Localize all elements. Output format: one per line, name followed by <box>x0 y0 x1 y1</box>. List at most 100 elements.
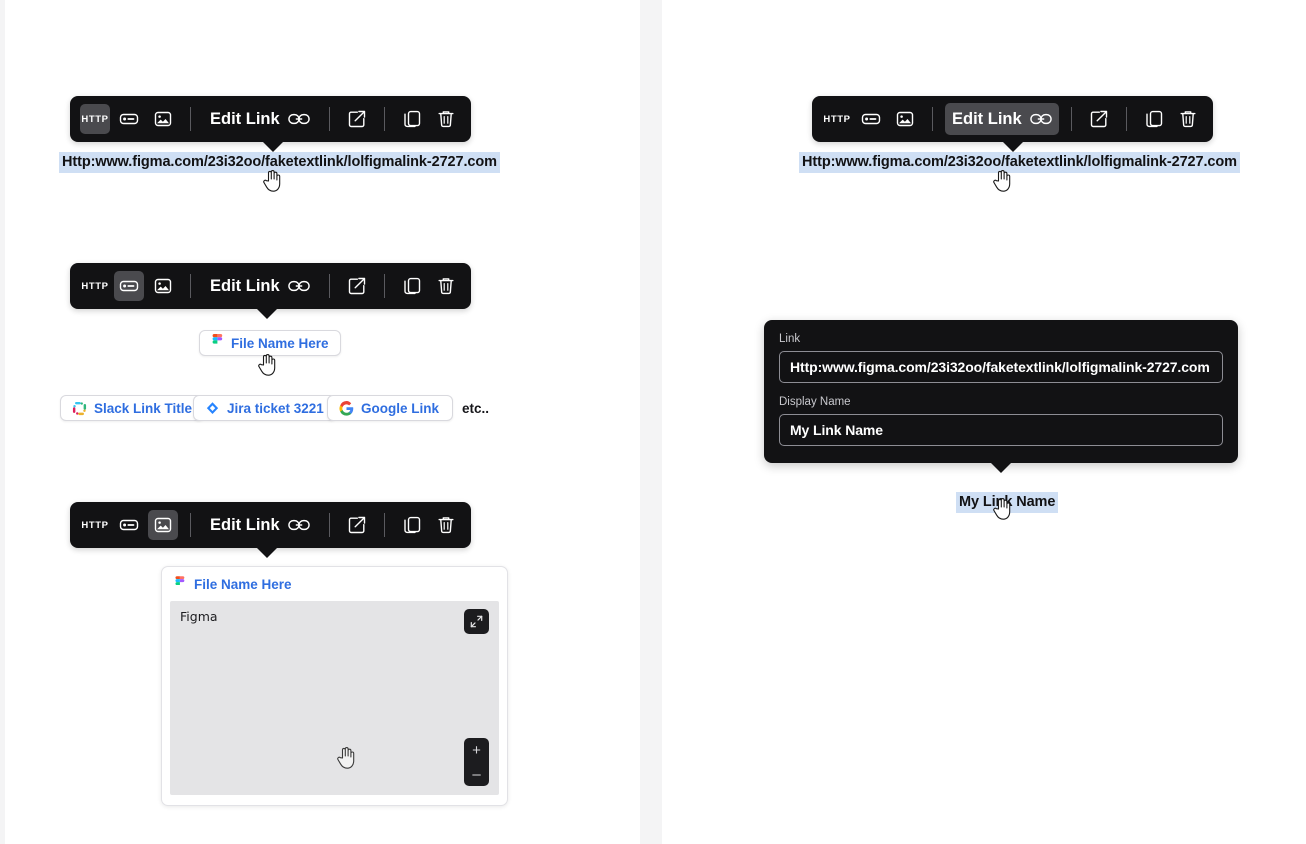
chip-icon <box>861 113 881 125</box>
open-external-icon-button[interactable] <box>342 271 372 301</box>
open-external-icon-button[interactable] <box>342 104 372 134</box>
copy-icon-button[interactable] <box>397 104 427 134</box>
chip-icon-button[interactable] <box>114 271 144 301</box>
copy-icon <box>403 110 420 128</box>
toolbar-divider <box>1125 107 1127 131</box>
chip-slack-label: Slack Link Title <box>94 400 193 416</box>
toolbar-pointer-arrow <box>262 141 284 152</box>
chip-icon-button[interactable] <box>114 510 144 540</box>
trash-icon <box>438 111 454 128</box>
edit-link-button[interactable]: Edit Link <box>203 103 317 135</box>
selected-url-text-2[interactable]: Http:www.figma.com/23i32oo/faketextlink/… <box>799 152 1240 174</box>
open-external-icon <box>1090 110 1107 128</box>
http-icon-button[interactable]: HTTP <box>80 104 110 134</box>
figma-file-chip-label: File Name Here <box>231 335 329 351</box>
chip-icon <box>119 519 139 531</box>
toolbar-divider <box>190 513 191 537</box>
toolbar-editlink-selected[interactable]: HTTP Edit Link <box>812 96 1213 152</box>
trash-icon-button[interactable] <box>431 104 461 134</box>
chip-jira[interactable]: Jira ticket 3221 <box>193 395 336 421</box>
toolbar-divider <box>383 513 385 537</box>
image-icon-button[interactable] <box>890 104 920 134</box>
image-icon-button[interactable] <box>148 271 178 301</box>
link-chain-icon <box>287 280 310 292</box>
edit-link-label: Edit Link <box>952 109 1022 128</box>
edit-link-label: Edit Link <box>210 515 280 534</box>
preview-canvas-label: Figma <box>180 609 218 624</box>
link-field-group: Link <box>779 333 1223 383</box>
toolbar-image-selected[interactable]: HTTP Edit Link <box>70 502 471 558</box>
open-external-icon <box>348 516 365 534</box>
http-icon-button[interactable]: HTTP <box>822 104 852 134</box>
figma-file-chip[interactable]: File Name Here <box>199 330 341 356</box>
selected-url-text-1[interactable]: Http:www.figma.com/23i32oo/faketextlink/… <box>59 152 500 174</box>
image-icon-button[interactable] <box>148 104 178 134</box>
toolbar-http-selected[interactable]: HTTP Edit Link <box>70 96 471 152</box>
edit-link-button[interactable]: Edit Link <box>945 103 1059 135</box>
toolbar-divider <box>328 107 330 131</box>
http-icon: HTTP <box>81 280 109 292</box>
copy-icon <box>403 277 420 295</box>
http-icon-button[interactable]: HTTP <box>80 271 110 301</box>
toolbar-chip-selected[interactable]: HTTP Edit Link <box>70 263 471 319</box>
chip-icon-button[interactable] <box>114 104 144 134</box>
edit-link-dialog[interactable]: Link Display Name <box>764 320 1238 473</box>
grab-hand-cursor <box>335 745 357 769</box>
figma-preview-card[interactable]: File Name Here Figma + – <box>161 566 508 806</box>
toolbar-pointer-arrow <box>256 547 278 558</box>
expand-fullscreen-button[interactable] <box>464 609 489 634</box>
chip-icon-button[interactable] <box>856 104 886 134</box>
app-root: HTTP Edit Link Http:www.figma.com/23i32o… <box>0 0 1306 844</box>
open-external-icon-button[interactable] <box>1084 104 1114 134</box>
preview-card-header: File Name Here <box>162 567 507 601</box>
link-chain-icon <box>1029 113 1052 125</box>
display-name-input[interactable] <box>779 414 1223 446</box>
zoom-out-button[interactable]: – <box>464 762 489 786</box>
copy-icon <box>1145 110 1162 128</box>
trash-icon <box>438 517 454 534</box>
chip-icon <box>119 113 139 125</box>
toolbar-divider <box>328 274 330 298</box>
toolbar-divider <box>383 274 385 298</box>
trash-icon-button[interactable] <box>431 510 461 540</box>
toolbar-pointer-arrow <box>256 308 278 319</box>
preview-canvas[interactable]: Figma + – <box>170 601 499 795</box>
google-logo-icon <box>339 400 354 416</box>
open-external-icon <box>348 277 365 295</box>
figma-logo-icon <box>175 575 185 585</box>
http-icon: HTTP <box>81 113 109 125</box>
figma-logo-icon <box>212 334 223 344</box>
toolbar-divider <box>190 107 191 131</box>
image-icon-button[interactable] <box>148 510 178 540</box>
link-field-label: Link <box>779 333 801 345</box>
image-icon <box>154 517 172 533</box>
open-external-icon <box>348 110 365 128</box>
open-external-icon-button[interactable] <box>342 510 372 540</box>
http-icon-button[interactable]: HTTP <box>80 510 110 540</box>
dialog-pointer-arrow <box>990 462 1012 473</box>
link-input[interactable] <box>779 351 1223 383</box>
http-icon: HTTP <box>823 113 851 125</box>
preview-card-title: File Name Here <box>194 576 292 592</box>
copy-icon <box>403 516 420 534</box>
image-icon <box>154 111 172 127</box>
display-name-field-label: Display Name <box>779 396 851 408</box>
toolbar-divider <box>190 274 191 298</box>
copy-icon-button[interactable] <box>397 271 427 301</box>
zoom-controls[interactable]: + – <box>464 738 489 786</box>
copy-icon-button[interactable] <box>397 510 427 540</box>
trash-icon-button[interactable] <box>431 271 461 301</box>
result-display-name-text[interactable]: My Link Name <box>956 492 1059 514</box>
chip-slack[interactable]: Slack Link Title <box>60 395 205 421</box>
toolbar-divider <box>328 513 330 537</box>
image-icon <box>154 278 172 294</box>
trash-icon-button[interactable] <box>1173 104 1203 134</box>
image-icon <box>896 111 914 127</box>
link-chain-icon <box>287 113 310 125</box>
slack-logo-icon <box>72 401 87 415</box>
copy-icon-button[interactable] <box>1139 104 1169 134</box>
edit-link-button[interactable]: Edit Link <box>203 509 317 541</box>
zoom-in-button[interactable]: + <box>464 738 489 762</box>
chip-google[interactable]: Google Link <box>327 395 453 421</box>
edit-link-button[interactable]: Edit Link <box>203 270 317 302</box>
